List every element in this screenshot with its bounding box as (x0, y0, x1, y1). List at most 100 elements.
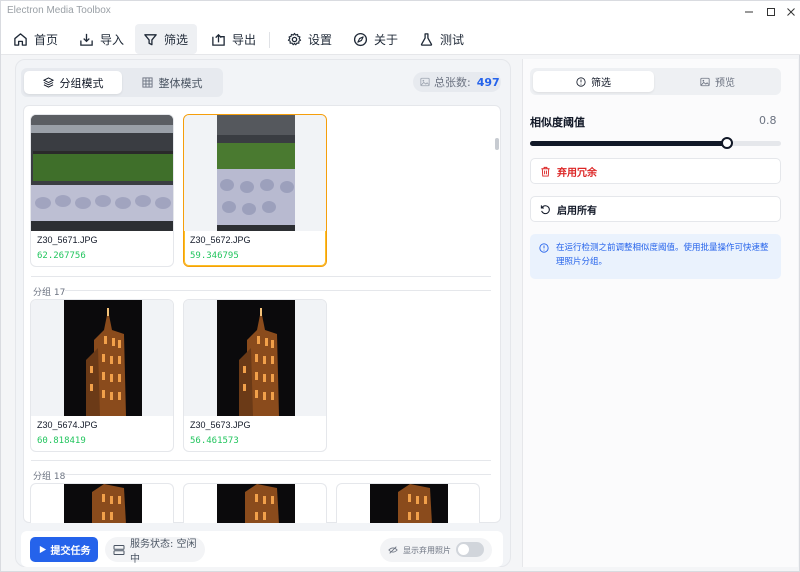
tab-preview[interactable]: 预览 (657, 71, 778, 92)
right-tabs: 筛选 预览 (530, 68, 781, 95)
group-divider (65, 474, 491, 475)
image-icon (700, 77, 710, 87)
total-count-value: 497 (476, 75, 500, 89)
slider-fill (530, 141, 728, 146)
image-icon (420, 77, 430, 87)
minimize-icon (745, 11, 753, 13)
nav-divider (269, 32, 270, 48)
flask-icon (419, 32, 434, 47)
photo-card[interactable] (183, 483, 327, 523)
maximize-button[interactable] (761, 3, 781, 21)
tray-photo (31, 115, 173, 231)
play-icon (38, 545, 47, 554)
building-photo (217, 300, 295, 416)
photo-filename: Z30_5673.JPG (190, 420, 251, 430)
nav-filter-label: 筛选 (164, 32, 189, 47)
nav-settings[interactable]: 设置 (279, 24, 340, 54)
gear-icon (287, 32, 302, 47)
group-label: 分组 18 (33, 472, 66, 482)
info-circle-icon (539, 243, 549, 253)
info-circle-icon (576, 76, 586, 87)
total-count-label: 总张数: (434, 76, 471, 89)
group-divider (31, 460, 491, 461)
photo-thumbnail (31, 300, 173, 416)
grouped-mode-label: 分组模式 (59, 76, 104, 90)
group-divider (31, 276, 491, 277)
tray-photo (217, 115, 295, 231)
nav-export-label: 导出 (232, 32, 257, 47)
photo-thumbnail (184, 115, 326, 231)
rotate-ccw-icon (540, 204, 551, 215)
tab-filter-label: 筛选 (591, 78, 611, 89)
home-icon (13, 32, 28, 47)
minimize-button[interactable] (739, 3, 759, 21)
building-photo (370, 484, 448, 523)
maximize-icon (767, 8, 775, 16)
grouped-mode-button[interactable]: 分组模式 (24, 71, 122, 94)
eye-off-icon (388, 545, 398, 555)
photo-filename: Z30_5671.JPG (37, 235, 98, 245)
photo-card[interactable]: Z30_5671.JPG 62.267756 (30, 114, 174, 267)
slider-handle[interactable] (721, 137, 734, 149)
close-button[interactable] (781, 3, 800, 21)
discard-redundant-label: 弃用冗余 (557, 167, 597, 179)
group-divider (65, 290, 491, 291)
overall-mode-button[interactable]: 整体模式 (124, 71, 220, 94)
show-discarded-switch[interactable] (456, 542, 484, 557)
overall-mode-label: 整体模式 (158, 76, 203, 90)
enable-all-button[interactable]: 启用所有 (530, 196, 781, 222)
similarity-threshold-value: 0.8 (759, 114, 777, 127)
building-photo (64, 300, 142, 416)
filter-icon (143, 32, 158, 47)
photo-thumbnail (184, 300, 326, 416)
switch-knob (458, 544, 469, 555)
building-photo (217, 484, 295, 523)
view-mode-switch: 分组模式 整体模式 (21, 68, 223, 97)
info-tip-text: 在运行检测之前调整相似度阈值。使用批量操作可快速整理照片分组。 (556, 243, 769, 267)
nav-home-label: 首页 (34, 32, 59, 47)
app-window: Electron Media Toolbox 首页 导入 筛选 导出 设置 关于… (0, 0, 800, 572)
similarity-threshold-label: 相似度阈值 (530, 116, 585, 129)
photo-filename: Z30_5674.JPG (37, 420, 98, 430)
photo-thumbnail (31, 115, 173, 231)
gallery-scrollbar[interactable] (495, 138, 499, 150)
nav-filter[interactable]: 筛选 (135, 24, 197, 54)
total-count-badge: 总张数: 497 (413, 72, 501, 92)
service-status: 服务状态: 空闲中 (105, 537, 205, 565)
tab-filter[interactable]: 筛选 (533, 71, 654, 92)
tab-preview-label: 预览 (715, 78, 735, 89)
nav-about[interactable]: 关于 (345, 24, 406, 54)
nav-settings-label: 设置 (308, 32, 333, 47)
grid-icon (141, 77, 153, 88)
nav-import-label: 导入 (100, 32, 125, 47)
nav-export[interactable]: 导出 (203, 24, 264, 54)
nav-test[interactable]: 测试 (411, 24, 472, 54)
window-title: Electron Media Toolbox (7, 5, 111, 16)
layers-icon (42, 77, 54, 88)
photo-card[interactable]: Z30_5673.JPG 56.461573 (183, 299, 327, 452)
photo-card[interactable]: Z30_5674.JPG 60.818419 (30, 299, 174, 452)
enable-all-label: 启用所有 (557, 205, 597, 217)
submit-task-label: 提交任务 (50, 546, 91, 557)
server-icon (113, 544, 125, 556)
nav-import[interactable]: 导入 (71, 24, 132, 54)
nav-home[interactable]: 首页 (5, 24, 66, 54)
info-tip: 在运行检测之前调整相似度阈值。使用批量操作可快速整理照片分组。 (530, 234, 781, 279)
submit-task-button[interactable]: 提交任务 (30, 537, 98, 562)
photo-card-selected[interactable]: Z30_5672.JPG 59.346795 (183, 114, 327, 267)
compass-icon (353, 32, 368, 47)
show-discarded-label: 显示弃用照片 (403, 545, 451, 555)
export-icon (211, 32, 226, 47)
photo-card[interactable] (30, 483, 174, 523)
group-label: 分组 17 (33, 288, 66, 298)
similarity-slider[interactable] (530, 137, 781, 149)
trash-icon (540, 166, 551, 177)
photo-card[interactable] (336, 483, 480, 523)
import-icon (79, 32, 94, 47)
photo-score: 62.267756 (37, 251, 86, 261)
title-bar: Electron Media Toolbox (1, 1, 800, 23)
close-icon (787, 8, 795, 16)
discard-redundant-button[interactable]: 弃用冗余 (530, 158, 781, 184)
photo-score: 60.818419 (37, 436, 86, 446)
photo-filename: Z30_5672.JPG (190, 235, 251, 245)
